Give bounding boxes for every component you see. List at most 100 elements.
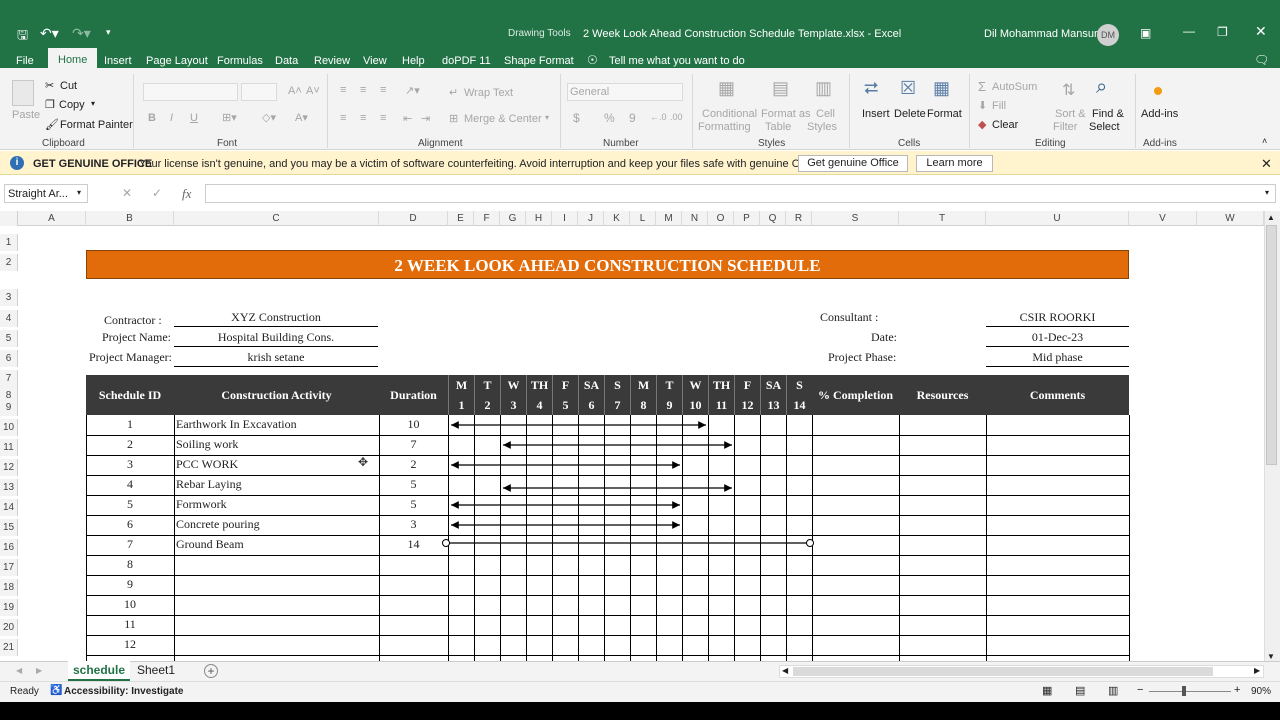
bold-button[interactable]: B [148,112,156,124]
user-name[interactable]: Dil Mohammad Mansuri [984,28,1100,40]
underline-button[interactable]: U [190,112,198,124]
row-header-6[interactable]: 6 [0,350,18,367]
close-message-icon[interactable]: ✕ [1261,156,1272,172]
borders-icon[interactable]: ⊞▾ [222,111,237,124]
italic-button[interactable]: I [170,112,173,124]
column-header-E[interactable]: E [448,211,474,226]
row-header-5[interactable]: 5 [0,330,18,347]
gantt-arrows[interactable] [18,227,1264,661]
formula-input[interactable] [205,184,1276,203]
cell-styles-button[interactable]: Cell [816,108,835,120]
find-select-button[interactable]: Find & [1092,108,1124,120]
page-layout-view-icon[interactable]: ▤ [1075,684,1085,697]
row-header-19[interactable]: 19 [0,599,18,616]
align-top-icon[interactable]: ≡ [340,84,346,96]
column-header-W[interactable]: W [1197,211,1264,226]
column-header-Q[interactable]: Q [760,211,786,226]
decrease-indent-icon[interactable]: ⇤ [403,112,412,125]
increase-indent-icon[interactable]: ⇥ [421,112,430,125]
row-header-1[interactable]: 1 [0,234,18,251]
orientation-icon[interactable]: ↗▾ [405,84,420,97]
wrap-text-button[interactable]: Wrap Text [464,87,513,99]
copy-dropdown-icon[interactable]: ▾ [91,99,95,108]
horizontal-scroll-thumb[interactable] [793,667,1213,676]
cell-styles-icon[interactable]: ▥ [815,78,832,99]
column-header-L[interactable]: L [630,211,656,226]
column-header-I[interactable]: I [552,211,578,226]
function-icon[interactable]: fx [182,186,191,202]
sort-filter-button[interactable]: Sort & [1055,108,1086,120]
align-center-icon[interactable]: ≡ [360,112,366,124]
increase-font-icon[interactable]: A˄ [288,85,302,97]
row-header-21[interactable]: 21 [0,639,18,656]
zoom-level[interactable]: 90% [1251,686,1271,697]
ribbon-display-icon[interactable]: ▣ [1140,26,1151,40]
qat-customize-icon[interactable]: ▾ [106,27,111,38]
column-header-H[interactable]: H [526,211,552,226]
currency-button[interactable]: $ [573,111,580,125]
column-header-T[interactable]: T [899,211,986,226]
zoom-slider[interactable] [1149,691,1231,692]
column-header-K[interactable]: K [604,211,630,226]
row-header-16[interactable]: 16 [0,539,18,556]
column-header-D[interactable]: D [379,211,448,226]
column-header-J[interactable]: J [578,211,604,226]
tab-insert[interactable]: Insert [104,55,132,67]
collapse-ribbon-icon[interactable]: ˄ [1262,136,1267,146]
tab-file[interactable]: File [16,55,34,67]
tab-home[interactable]: Home [48,48,98,68]
comma-button[interactable]: 9 [629,111,636,125]
paste-icon[interactable] [12,80,34,106]
column-header-M[interactable]: M [656,211,682,226]
comments-icon[interactable]: 🗨 [1254,53,1269,67]
tab-review[interactable]: Review [314,55,350,67]
column-header-B[interactable]: B [86,211,174,226]
align-bottom-icon[interactable]: ≡ [380,84,386,96]
zoom-in-icon[interactable]: + [1234,684,1240,696]
zoom-slider-thumb[interactable] [1182,686,1186,696]
row-header-18[interactable]: 18 [0,579,18,596]
maximize-icon[interactable]: ❐ [1217,25,1228,39]
row-header-3[interactable]: 3 [0,289,18,306]
learn-more-button[interactable]: Learn more [916,155,993,172]
cut-button[interactable]: Cut [60,80,77,92]
sheet-tab-schedule[interactable]: schedule [68,661,130,681]
paste-button[interactable]: Paste [12,109,40,121]
format-as-table-button[interactable]: Format as [761,108,811,120]
row-header-2[interactable]: 2 [0,254,18,271]
cancel-icon[interactable]: ✕ [122,186,132,200]
font-size-box[interactable] [241,83,277,101]
prev-sheet-icon[interactable]: ◀ [16,666,22,675]
column-header-R[interactable]: R [786,211,812,226]
row-header-9[interactable]: 9 [0,399,18,416]
tab-view[interactable]: View [363,55,387,67]
tab-page-layout[interactable]: Page Layout [146,55,208,67]
row-header-4[interactable]: 4 [0,310,18,327]
tab-dopdf[interactable]: doPDF 11 [442,55,491,67]
scroll-up-icon[interactable]: ▲ [1267,213,1275,222]
column-header-P[interactable]: P [734,211,760,226]
tab-data[interactable]: Data [275,55,298,67]
accessibility-status[interactable]: Accessibility: Investigate [64,686,184,697]
decrease-font-icon[interactable]: A˅ [306,85,320,97]
column-header-F[interactable]: F [474,211,500,226]
column-header-N[interactable]: N [682,211,708,226]
undo-icon[interactable]: ↶▾ [40,25,59,42]
format-cells-button[interactable]: Format [927,108,962,120]
avatar[interactable]: DM [1097,24,1119,46]
merge-center-button[interactable]: Merge & Center [464,113,542,125]
addins-button[interactable]: Add-ins [1141,108,1178,120]
decrease-decimal-icon[interactable]: .00 [670,112,683,122]
column-header-V[interactable]: V [1129,211,1197,226]
row-header-11[interactable]: 11 [0,439,18,456]
save-icon[interactable]: 🖫 [17,26,28,48]
tab-help[interactable]: Help [402,55,425,67]
next-sheet-icon[interactable]: ▶ [36,666,42,675]
align-middle-icon[interactable]: ≡ [360,84,366,96]
close-icon[interactable]: ✕ [1255,23,1267,40]
row-header-7[interactable]: 7 [0,370,18,387]
column-header-U[interactable]: U [986,211,1129,226]
row-header-17[interactable]: 17 [0,559,18,576]
row-header-10[interactable]: 10 [0,419,18,436]
row-header-12[interactable]: 12 [0,459,18,476]
